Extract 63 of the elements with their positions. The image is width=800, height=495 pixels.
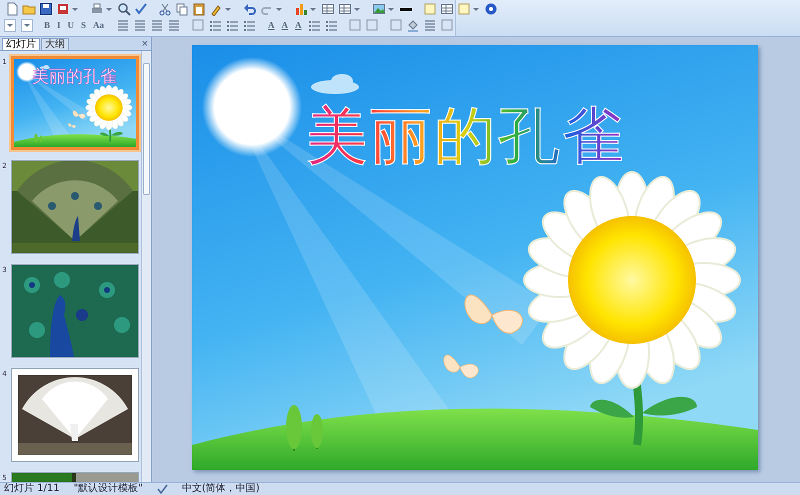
align-icon[interactable] — [116, 18, 130, 32]
caret-icon[interactable] — [388, 8, 394, 10]
spell-check-icon[interactable] — [156, 484, 168, 494]
caret-icon[interactable] — [7, 24, 13, 26]
tree-drawing — [286, 405, 302, 451]
caret-icon[interactable] — [72, 8, 78, 10]
list-icon[interactable] — [324, 18, 338, 32]
undo-icon[interactable] — [243, 2, 257, 16]
check-icon[interactable] — [134, 2, 148, 16]
caret-icon[interactable] — [276, 8, 282, 10]
list-icon[interactable] — [225, 18, 240, 32]
align-icon[interactable] — [422, 18, 437, 32]
document-icon[interactable] — [5, 2, 19, 16]
caret-icon[interactable] — [354, 8, 360, 10]
slide-count: 幻灯片 1/11 — [4, 483, 60, 495]
shape-icon[interactable] — [364, 18, 379, 32]
caret-icon[interactable] — [24, 24, 30, 26]
magnifier-icon[interactable] — [117, 2, 131, 16]
save-icon[interactable] — [39, 2, 53, 16]
table-icon[interactable] — [338, 2, 352, 16]
list-icon[interactable] — [306, 18, 321, 32]
shape-icon[interactable] — [348, 18, 362, 32]
caret-icon[interactable] — [225, 8, 231, 10]
butterfly-drawing — [464, 294, 523, 334]
list-icon[interactable] — [242, 18, 256, 32]
align-icon[interactable] — [133, 18, 148, 32]
copy-icon[interactable] — [175, 2, 189, 16]
note-icon[interactable] — [423, 2, 437, 16]
table-icon[interactable] — [321, 2, 335, 16]
format-button[interactable]: U — [64, 18, 78, 32]
close-button[interactable]: × — [138, 39, 151, 50]
font-color-button[interactable]: A — [265, 18, 278, 32]
font-color-button[interactable]: A — [278, 18, 292, 32]
align-icon[interactable] — [150, 18, 164, 32]
butterfly-drawing — [443, 354, 479, 378]
caret-icon[interactable] — [106, 8, 112, 10]
list-icon[interactable] — [208, 18, 222, 32]
shape-icon[interactable] — [440, 18, 454, 32]
format-button[interactable]: Aa — [90, 18, 108, 32]
format-button[interactable]: B — [41, 18, 54, 32]
note-icon[interactable] — [457, 2, 471, 16]
font-size-field[interactable] — [21, 18, 33, 32]
clipboard-icon[interactable] — [192, 2, 206, 16]
align-icon[interactable] — [167, 18, 182, 32]
tree-drawing — [311, 414, 323, 449]
panel-tab[interactable]: 幻灯片 — [2, 38, 40, 50]
scissors-icon[interactable] — [158, 2, 172, 16]
shape-icon[interactable] — [191, 18, 206, 32]
image-icon[interactable] — [372, 2, 386, 16]
font-color-button[interactable]: A — [292, 18, 305, 32]
thumbnail-title: 美丽的孔雀 — [32, 66, 117, 88]
format-button[interactable]: I — [54, 18, 64, 32]
scrollbar[interactable] — [141, 51, 151, 482]
caret-icon[interactable] — [473, 8, 479, 10]
caret-icon[interactable] — [310, 8, 316, 10]
table-icon[interactable] — [440, 2, 454, 16]
printer-icon[interactable] — [90, 2, 104, 16]
panel-tab[interactable]: 大纲 — [41, 38, 69, 50]
chart-icon[interactable] — [294, 2, 308, 16]
format-button[interactable]: S — [78, 18, 90, 32]
cloud-drawing — [311, 74, 359, 94]
font-field[interactable] — [4, 18, 16, 32]
design-template: "默认设计模板" — [74, 483, 143, 495]
